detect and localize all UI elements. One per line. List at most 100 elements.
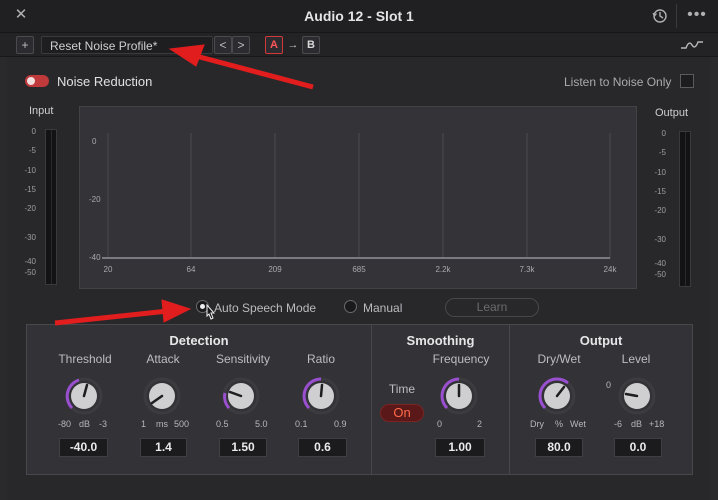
drywet-label: Dry/Wet (537, 352, 581, 366)
frequency-max: 2 (477, 419, 483, 429)
window-title: Audio 12 - Slot 1 (304, 8, 414, 24)
scale-label: -10 (24, 166, 36, 175)
frequency-value[interactable]: 1.00 (435, 438, 485, 457)
x-tick-label: 64 (187, 265, 196, 274)
manual-radio[interactable] (344, 300, 357, 313)
y-tick-label: -20 (89, 195, 101, 204)
level-unit: dB (631, 419, 643, 429)
smoothing-title: Smoothing (406, 333, 475, 348)
scale-label: -20 (654, 206, 666, 215)
attack-knob[interactable] (143, 377, 181, 415)
frequency-knob[interactable] (440, 377, 478, 415)
output-meter-title: Output (655, 107, 689, 119)
x-tick-label: 7.3k (519, 265, 535, 274)
level-knob[interactable] (618, 377, 656, 415)
frequency-label: Frequency (432, 352, 490, 366)
scale-label: -50 (24, 268, 36, 277)
a-button[interactable]: A (265, 36, 283, 54)
manual-label: Manual (363, 301, 403, 315)
time-label: Time (388, 382, 416, 396)
copy-arrow-icon[interactable]: → (285, 36, 301, 54)
noise-reduction-toggle[interactable] (25, 75, 49, 87)
input-level-meter (45, 129, 57, 285)
prev-preset-button[interactable]: < (214, 36, 232, 54)
scale-label: -10 (654, 168, 666, 177)
drywet-knob[interactable] (538, 377, 576, 415)
detection-title: Detection (169, 333, 229, 348)
preset-name: Reset Noise Profile* (50, 39, 158, 53)
curve-icon[interactable] (680, 37, 704, 53)
preset-dropdown[interactable]: Reset Noise Profile* ⌄ (41, 36, 213, 54)
level-value[interactable]: 0.0 (614, 438, 662, 457)
attack-value[interactable]: 1.4 (140, 438, 187, 457)
attack-min: 1 (141, 419, 147, 429)
ratio-knob[interactable] (302, 377, 340, 415)
auto-speech-label: Auto Speech Mode (214, 301, 317, 315)
attack-label: Attack (146, 352, 180, 366)
threshold-knob[interactable] (65, 377, 103, 415)
x-tick-label: 24k (604, 265, 618, 274)
scale-label: -40 (24, 257, 36, 266)
x-tick-label: 2.2k (435, 265, 451, 274)
scale-label: -40 (654, 259, 666, 268)
drywet-unit: % (555, 419, 564, 429)
b-button[interactable]: B (302, 36, 320, 54)
frequency-min: 0 (437, 419, 443, 429)
level-max: +18 (649, 419, 665, 429)
output-title: Output (579, 333, 623, 348)
ratio-max: 0.9 (334, 419, 347, 429)
x-tick-label: 20 (104, 265, 113, 274)
y-tick-label: -40 (89, 253, 101, 262)
more-icon[interactable]: ••• (686, 5, 708, 25)
scale-label: 0 (661, 129, 666, 138)
output-level-meter (679, 131, 691, 287)
x-tick-label: 209 (268, 265, 282, 274)
scale-label: -15 (654, 187, 666, 196)
scale-label: -15 (24, 185, 36, 194)
plugin-window: ✕ Audio 12 - Slot 1 ••• + Reset Noise Pr… (0, 0, 718, 500)
sensitivity-label: Sensitivity (215, 352, 271, 366)
title-bar: ✕ Audio 12 - Slot 1 ••• (0, 0, 718, 33)
learn-button[interactable]: Learn (445, 298, 539, 317)
level-label: Level (621, 352, 651, 366)
next-preset-button[interactable]: > (232, 36, 250, 54)
drywet-value[interactable]: 80.0 (535, 438, 583, 457)
threshold-label: Threshold (58, 352, 112, 366)
sensitivity-knob[interactable] (222, 377, 260, 415)
threshold-min: -80 (58, 419, 72, 429)
attack-max: 500 (174, 419, 190, 429)
chevron-down-icon: ⌄ (196, 39, 206, 51)
scale-label: -50 (654, 270, 666, 279)
ab-compare: A → B (265, 36, 323, 54)
drywet-min: Dry (530, 419, 544, 429)
listen-noise-checkbox[interactable] (680, 74, 694, 88)
history-icon[interactable] (651, 7, 669, 25)
x-tick-label: 685 (352, 265, 366, 274)
time-on-button[interactable]: On (380, 404, 424, 422)
sensitivity-max: 5.0 (255, 419, 268, 429)
preset-toolbar: + Reset Noise Profile* ⌄ < > A → B (0, 33, 718, 57)
scale-label: -5 (28, 146, 36, 155)
add-preset-button[interactable]: + (16, 36, 34, 54)
scale-label: -20 (24, 204, 36, 213)
threshold-value[interactable]: -40.0 (59, 438, 108, 457)
ratio-value[interactable]: 0.6 (298, 438, 347, 457)
mouse-pointer-icon (206, 304, 216, 320)
sensitivity-value[interactable]: 1.50 (219, 438, 267, 457)
scale-label: 0 (31, 127, 36, 136)
scale-label: -30 (654, 235, 666, 244)
ratio-label: Ratio (306, 352, 335, 366)
sensitivity-min: 0.5 (216, 419, 229, 429)
ratio-min: 0.1 (295, 419, 308, 429)
noise-profile-graph: 0 -20 -40 20 64 209 685 2.2k 7.3k 24k (79, 106, 637, 289)
input-meter-title: Input (29, 105, 54, 117)
threshold-unit: dB (79, 419, 91, 429)
drywet-max: Wet (570, 419, 586, 429)
level-zero-mark: 0 (606, 380, 612, 390)
attack-unit: ms (156, 419, 168, 429)
level-min: -6 (614, 419, 623, 429)
y-tick-label: 0 (92, 137, 97, 146)
listen-noise-label: Listen to Noise Only (564, 75, 672, 89)
noise-reduction-label: Noise Reduction (57, 74, 153, 89)
title-divider (676, 4, 677, 28)
